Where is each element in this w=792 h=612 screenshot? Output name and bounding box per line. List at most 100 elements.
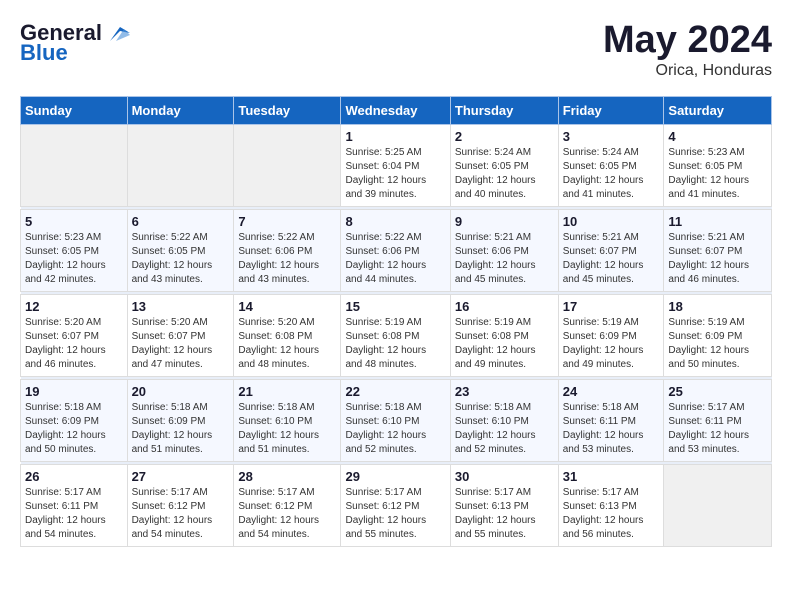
day-header-thursday: Thursday bbox=[450, 96, 558, 124]
day-number: 30 bbox=[455, 469, 554, 484]
day-info: Sunrise: 5:19 AM Sunset: 6:08 PM Dayligh… bbox=[345, 316, 445, 372]
day-info: Sunrise: 5:17 AM Sunset: 6:12 PM Dayligh… bbox=[132, 486, 230, 542]
page-header: General Blue May 2024 Orica, Honduras bbox=[20, 20, 772, 80]
calendar-cell: 2 Sunrise: 5:24 AM Sunset: 6:05 PM Daylig… bbox=[450, 124, 558, 206]
day-info: Sunrise: 5:18 AM Sunset: 6:10 PM Dayligh… bbox=[455, 401, 554, 457]
calendar-cell: 10 Sunrise: 5:21 AM Sunset: 6:07 PM Dayli… bbox=[558, 209, 664, 291]
day-info: Sunrise: 5:17 AM Sunset: 6:11 PM Dayligh… bbox=[25, 486, 123, 542]
day-number: 14 bbox=[238, 299, 336, 314]
calendar-cell: 14 Sunrise: 5:20 AM Sunset: 6:08 PM Dayli… bbox=[234, 294, 341, 376]
day-info: Sunrise: 5:21 AM Sunset: 6:06 PM Dayligh… bbox=[455, 231, 554, 287]
day-header-monday: Monday bbox=[127, 96, 234, 124]
calendar-cell: 6Sunrise: 5:22 AM Sunset: 6:05 PM Daylig… bbox=[127, 209, 234, 291]
calendar-cell bbox=[21, 124, 128, 206]
calendar-cell: 9 Sunrise: 5:21 AM Sunset: 6:06 PM Daylig… bbox=[450, 209, 558, 291]
day-number: 7 bbox=[238, 214, 336, 229]
calendar-cell: 28 Sunrise: 5:17 AM Sunset: 6:12 PM Dayli… bbox=[234, 464, 341, 546]
day-number: 28 bbox=[238, 469, 336, 484]
calendar-cell: 3 Sunrise: 5:24 AM Sunset: 6:05 PM Daylig… bbox=[558, 124, 664, 206]
day-header-sunday: Sunday bbox=[21, 96, 128, 124]
calendar-cell: 8 Sunrise: 5:22 AM Sunset: 6:06 PM Daylig… bbox=[341, 209, 450, 291]
day-number: 22 bbox=[345, 384, 445, 399]
day-number: 27 bbox=[132, 469, 230, 484]
day-info: Sunrise: 5:21 AM Sunset: 6:07 PM Dayligh… bbox=[563, 231, 660, 287]
calendar-cell: 22 Sunrise: 5:18 AM Sunset: 6:10 PM Dayli… bbox=[341, 379, 450, 461]
day-number: 11 bbox=[668, 214, 767, 229]
calendar-cell: 23 Sunrise: 5:18 AM Sunset: 6:10 PM Dayli… bbox=[450, 379, 558, 461]
day-info: Sunrise: 5:18 AM Sunset: 6:10 PM Dayligh… bbox=[345, 401, 445, 457]
day-info: Sunrise: 5:21 AM Sunset: 6:07 PM Dayligh… bbox=[668, 231, 767, 287]
day-info: Sunrise: 5:17 AM Sunset: 6:13 PM Dayligh… bbox=[563, 486, 660, 542]
calendar-cell bbox=[234, 124, 341, 206]
calendar-table: SundayMondayTuesdayWednesdayThursdayFrid… bbox=[20, 96, 772, 547]
day-number: 6 bbox=[132, 214, 230, 229]
day-number: 31 bbox=[563, 469, 660, 484]
calendar-cell: 31 Sunrise: 5:17 AM Sunset: 6:13 PM Dayli… bbox=[558, 464, 664, 546]
calendar-cell: 13Sunrise: 5:20 AM Sunset: 6:07 PM Dayli… bbox=[127, 294, 234, 376]
day-number: 19 bbox=[25, 384, 123, 399]
day-number: 1 bbox=[345, 129, 445, 144]
calendar-cell: 1 Sunrise: 5:25 AM Sunset: 6:04 PM Daylig… bbox=[341, 124, 450, 206]
calendar-cell: 20Sunrise: 5:18 AM Sunset: 6:09 PM Dayli… bbox=[127, 379, 234, 461]
day-info: Sunrise: 5:23 AM Sunset: 6:05 PM Dayligh… bbox=[668, 146, 767, 202]
day-number: 17 bbox=[563, 299, 660, 314]
day-info: Sunrise: 5:17 AM Sunset: 6:12 PM Dayligh… bbox=[238, 486, 336, 542]
calendar-cell: 29 Sunrise: 5:17 AM Sunset: 6:12 PM Dayli… bbox=[341, 464, 450, 546]
day-info: Sunrise: 5:22 AM Sunset: 6:06 PM Dayligh… bbox=[238, 231, 336, 287]
day-number: 3 bbox=[563, 129, 660, 144]
calendar-cell: 4Sunrise: 5:23 AM Sunset: 6:05 PM Daylig… bbox=[664, 124, 772, 206]
day-number: 29 bbox=[345, 469, 445, 484]
logo: General Blue bbox=[20, 20, 130, 66]
day-info: Sunrise: 5:19 AM Sunset: 6:08 PM Dayligh… bbox=[455, 316, 554, 372]
day-header-saturday: Saturday bbox=[664, 96, 772, 124]
day-info: Sunrise: 5:23 AM Sunset: 6:05 PM Dayligh… bbox=[25, 231, 123, 287]
title-block: May 2024 Orica, Honduras bbox=[603, 20, 772, 80]
day-info: Sunrise: 5:18 AM Sunset: 6:11 PM Dayligh… bbox=[563, 401, 660, 457]
calendar-cell: 25Sunrise: 5:17 AM Sunset: 6:11 PM Dayli… bbox=[664, 379, 772, 461]
day-info: Sunrise: 5:18 AM Sunset: 6:09 PM Dayligh… bbox=[132, 401, 230, 457]
calendar-cell: 16 Sunrise: 5:19 AM Sunset: 6:08 PM Dayli… bbox=[450, 294, 558, 376]
calendar-cell: 30 Sunrise: 5:17 AM Sunset: 6:13 PM Dayli… bbox=[450, 464, 558, 546]
day-header-friday: Friday bbox=[558, 96, 664, 124]
calendar-cell: 26 Sunrise: 5:17 AM Sunset: 6:11 PM Dayli… bbox=[21, 464, 128, 546]
day-number: 8 bbox=[345, 214, 445, 229]
day-number: 10 bbox=[563, 214, 660, 229]
day-number: 18 bbox=[668, 299, 767, 314]
day-number: 2 bbox=[455, 129, 554, 144]
day-info: Sunrise: 5:24 AM Sunset: 6:05 PM Dayligh… bbox=[455, 146, 554, 202]
calendar-cell: 18 Sunrise: 5:19 AM Sunset: 6:09 PM Dayli… bbox=[664, 294, 772, 376]
calendar-cell: 5 Sunrise: 5:23 AM Sunset: 6:05 PM Daylig… bbox=[21, 209, 128, 291]
day-info: Sunrise: 5:20 AM Sunset: 6:07 PM Dayligh… bbox=[25, 316, 123, 372]
day-number: 26 bbox=[25, 469, 123, 484]
day-header-tuesday: Tuesday bbox=[234, 96, 341, 124]
calendar-cell bbox=[664, 464, 772, 546]
day-number: 5 bbox=[25, 214, 123, 229]
calendar-cell: 17 Sunrise: 5:19 AM Sunset: 6:09 PM Dayli… bbox=[558, 294, 664, 376]
day-number: 12 bbox=[25, 299, 123, 314]
day-info: Sunrise: 5:18 AM Sunset: 6:10 PM Dayligh… bbox=[238, 401, 336, 457]
calendar-cell: 21 Sunrise: 5:18 AM Sunset: 6:10 PM Dayli… bbox=[234, 379, 341, 461]
calendar-cell bbox=[127, 124, 234, 206]
day-info: Sunrise: 5:24 AM Sunset: 6:05 PM Dayligh… bbox=[563, 146, 660, 202]
day-number: 15 bbox=[345, 299, 445, 314]
calendar-cell: 12 Sunrise: 5:20 AM Sunset: 6:07 PM Dayli… bbox=[21, 294, 128, 376]
calendar-location: Orica, Honduras bbox=[603, 62, 772, 80]
day-number: 24 bbox=[563, 384, 660, 399]
day-info: Sunrise: 5:22 AM Sunset: 6:06 PM Dayligh… bbox=[345, 231, 445, 287]
day-info: Sunrise: 5:19 AM Sunset: 6:09 PM Dayligh… bbox=[563, 316, 660, 372]
calendar-title: May 2024 bbox=[603, 20, 772, 62]
day-number: 16 bbox=[455, 299, 554, 314]
day-info: Sunrise: 5:17 AM Sunset: 6:13 PM Dayligh… bbox=[455, 486, 554, 542]
day-info: Sunrise: 5:19 AM Sunset: 6:09 PM Dayligh… bbox=[668, 316, 767, 372]
day-number: 21 bbox=[238, 384, 336, 399]
calendar-cell: 24 Sunrise: 5:18 AM Sunset: 6:11 PM Dayli… bbox=[558, 379, 664, 461]
calendar-cell: 15 Sunrise: 5:19 AM Sunset: 6:08 PM Dayli… bbox=[341, 294, 450, 376]
day-info: Sunrise: 5:20 AM Sunset: 6:07 PM Dayligh… bbox=[132, 316, 230, 372]
day-info: Sunrise: 5:20 AM Sunset: 6:08 PM Dayligh… bbox=[238, 316, 336, 372]
day-number: 9 bbox=[455, 214, 554, 229]
day-info: Sunrise: 5:25 AM Sunset: 6:04 PM Dayligh… bbox=[345, 146, 445, 202]
calendar-cell: 19Sunrise: 5:18 AM Sunset: 6:09 PM Dayli… bbox=[21, 379, 128, 461]
day-number: 23 bbox=[455, 384, 554, 399]
day-number: 25 bbox=[668, 384, 767, 399]
day-info: Sunrise: 5:17 AM Sunset: 6:12 PM Dayligh… bbox=[345, 486, 445, 542]
